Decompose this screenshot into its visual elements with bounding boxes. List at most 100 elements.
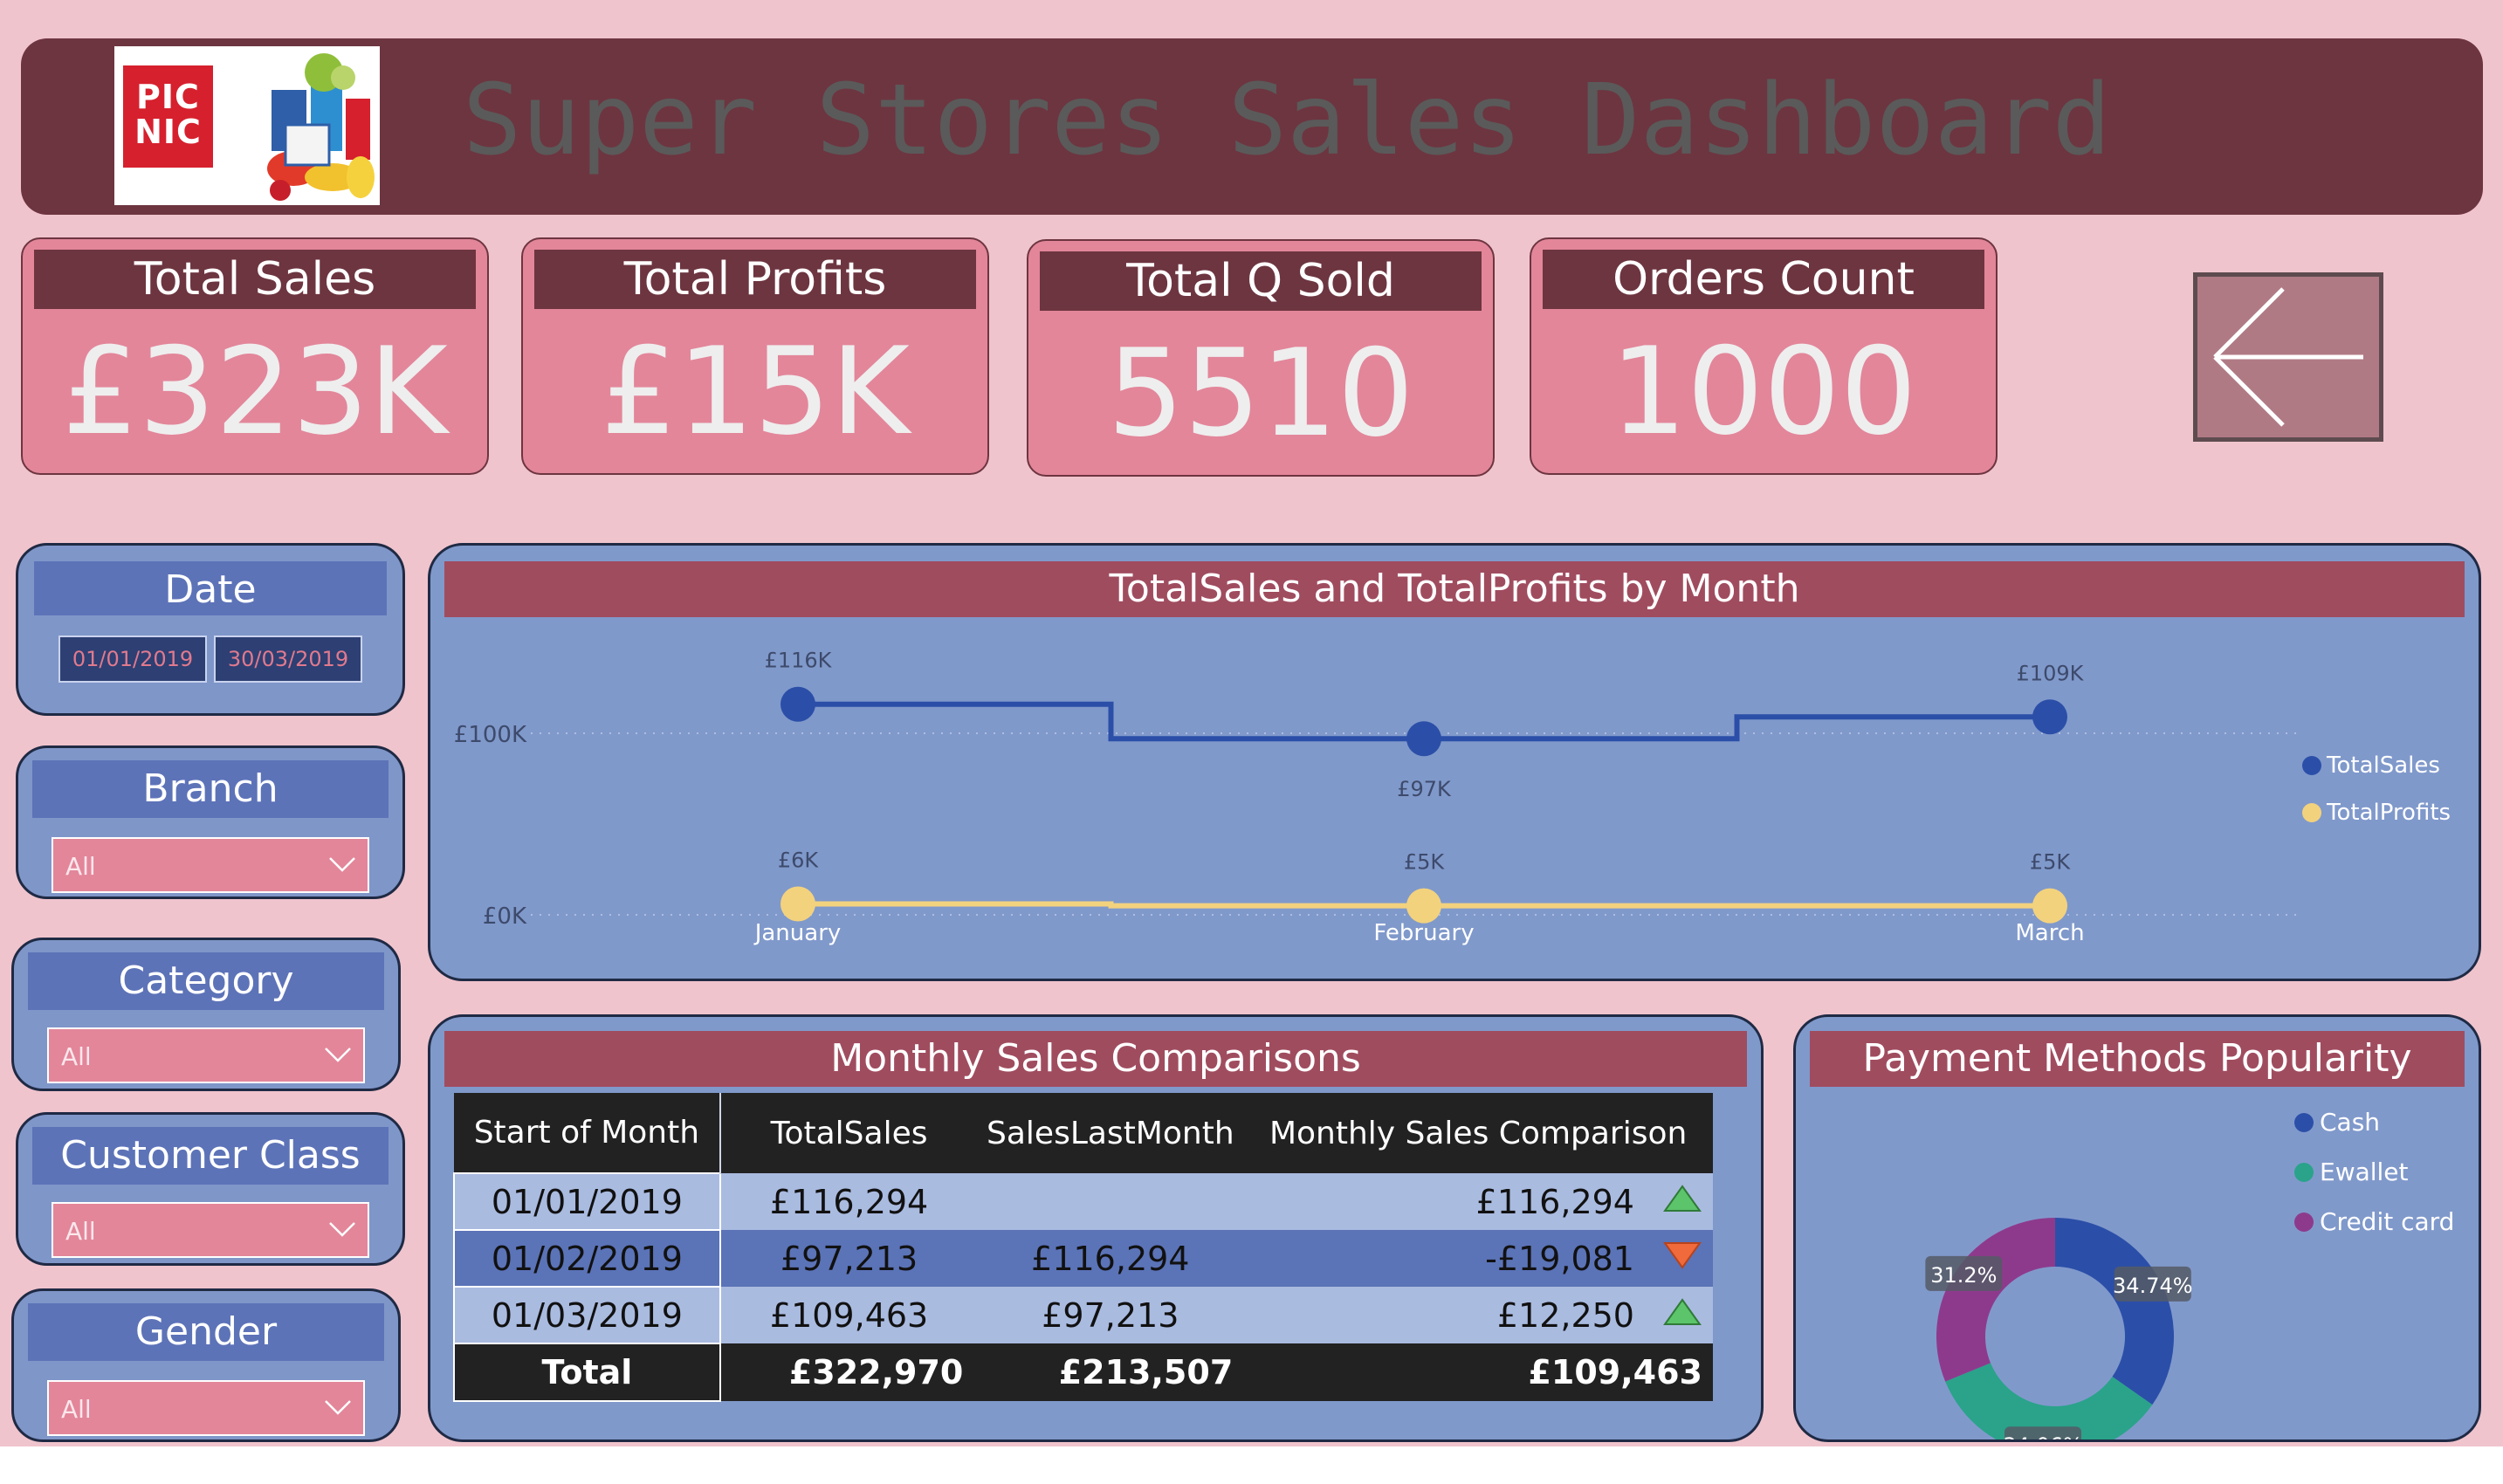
- legend-marker: [2294, 1163, 2314, 1182]
- category-dropdown[interactable]: All: [47, 1027, 365, 1083]
- line-chart-panel: TotalSales and TotalProfits by Month £0K…: [428, 543, 2481, 981]
- slice-label: 34.74%: [2113, 1266, 2193, 1302]
- column-header[interactable]: Monthly Sales Comparison: [1243, 1093, 1713, 1173]
- table-cell: £116,294: [1243, 1173, 1652, 1230]
- branch-slicer: Branch All: [16, 745, 405, 899]
- logo-text-line2: NIC: [134, 113, 202, 151]
- y-tick-label: £100K: [454, 722, 527, 748]
- logo-badge: PIC NIC: [123, 65, 213, 168]
- kpi-value: 5510: [1107, 323, 1414, 464]
- kpi-card-total-profits: Total Profits £15K: [521, 237, 989, 475]
- column-header[interactable]: TotalSales: [719, 1093, 978, 1173]
- branch-dropdown-value: All: [65, 852, 96, 881]
- gender-dropdown[interactable]: All: [47, 1380, 365, 1436]
- data-label: £5K: [1404, 850, 1446, 875]
- table-cell: [977, 1173, 1244, 1230]
- data-label: £109K: [2017, 661, 2085, 685]
- kpi-value: £323K: [62, 321, 448, 462]
- customer-class-slicer-title: Customer Class: [32, 1127, 389, 1185]
- total-cell: £213,507: [977, 1343, 1244, 1401]
- kpi-label: Total Sales: [34, 250, 476, 309]
- kpi-value: £15K: [601, 321, 910, 462]
- gender-slicer: Gender All: [11, 1288, 401, 1442]
- customer-class-slicer: Customer Class All: [16, 1112, 405, 1266]
- table-header-row: Start of Month TotalSales SalesLastMonth…: [454, 1093, 1713, 1173]
- slice-label: 34.06%: [2003, 1426, 2083, 1439]
- table-row[interactable]: 01/02/2019 £97,213 £116,294 -£19,081: [453, 1229, 1713, 1288]
- gender-dropdown-value: All: [61, 1395, 92, 1424]
- kpi-label: Total Q Sold: [1040, 251, 1482, 311]
- chevron-down-icon: [329, 857, 355, 872]
- column-header[interactable]: Start of Month: [454, 1093, 720, 1173]
- logo-text-line1: PIC: [136, 78, 200, 116]
- trend-up-icon: [1651, 1287, 1713, 1343]
- customer-class-dropdown-value: All: [65, 1217, 96, 1246]
- branch-slicer-title: Branch: [32, 760, 389, 818]
- page-title: Super Stores Sales Dashboard: [463, 64, 2112, 177]
- slice-label: 31.2%: [1925, 1255, 2003, 1291]
- line-chart: £0K £100K January February March £116K £97K £10…: [454, 649, 2451, 946]
- donut-slice-credit-card[interactable]: [1936, 1218, 2055, 1382]
- total-cell: £109,463: [1243, 1343, 1713, 1401]
- table-cell: £116,294: [719, 1173, 978, 1230]
- kpi-value: 1000: [1610, 321, 1917, 462]
- data-point[interactable]: [780, 686, 815, 722]
- column-header[interactable]: SalesLastMonth: [977, 1093, 1244, 1173]
- kpi-label: Total Profits: [534, 250, 976, 309]
- table-cell: -£19,081: [1243, 1230, 1652, 1287]
- chevron-down-icon: [325, 1400, 351, 1415]
- date-slicer-title: Date: [34, 561, 387, 615]
- table-cell: £97,213: [977, 1287, 1244, 1343]
- customer-class-dropdown[interactable]: All: [52, 1202, 369, 1258]
- data-label: £6K: [778, 848, 820, 873]
- data-point[interactable]: [2032, 699, 2067, 735]
- table-row[interactable]: 01/03/2019 £109,463 £97,213 £12,250: [453, 1286, 1713, 1344]
- sales-comparison-table: Start of Month TotalSales SalesLastMonth…: [453, 1093, 1713, 1402]
- table-cell: £116,294: [977, 1230, 1244, 1287]
- branch-dropdown[interactable]: All: [52, 837, 369, 893]
- total-cell: £322,970: [719, 1343, 978, 1401]
- legend-label: TotalSales: [2326, 752, 2440, 779]
- data-point[interactable]: [1406, 888, 1441, 924]
- legend-marker: [2302, 803, 2321, 822]
- table-cell: 01/02/2019: [453, 1229, 721, 1288]
- svg-text:34.06%: 34.06%: [2003, 1433, 2083, 1439]
- x-tick-label: January: [753, 920, 842, 946]
- date-start-input[interactable]: 01/01/2019: [58, 636, 207, 683]
- x-tick-label: February: [1373, 920, 1474, 946]
- data-point[interactable]: [780, 886, 815, 922]
- y-tick-label: £0K: [483, 903, 527, 930]
- table-cell: 01/03/2019: [453, 1286, 721, 1344]
- table-row[interactable]: 01/01/2019 £116,294 £116,294: [453, 1172, 1713, 1231]
- data-label: £5K: [2030, 850, 2072, 875]
- category-slicer-title: Category: [28, 952, 384, 1010]
- kpi-label: Orders Count: [1543, 250, 1984, 309]
- legend-label: Credit card: [2320, 1207, 2454, 1236]
- svg-text:31.2%: 31.2%: [1930, 1263, 1997, 1288]
- chevron-down-icon: [329, 1222, 355, 1237]
- svg-text:34.74%: 34.74%: [2113, 1274, 2193, 1298]
- table-cell: 01/01/2019: [453, 1172, 721, 1231]
- table-cell: £97,213: [719, 1230, 978, 1287]
- trend-down-icon: [1651, 1230, 1713, 1287]
- date-end-input[interactable]: 30/03/2019: [214, 636, 362, 683]
- data-point[interactable]: [2032, 888, 2067, 924]
- trend-up-icon: [1651, 1173, 1713, 1230]
- donut-slice-cash[interactable]: [2055, 1218, 2174, 1405]
- data-point[interactable]: [1406, 721, 1441, 757]
- category-slicer: Category All: [11, 938, 401, 1091]
- gender-slicer-title: Gender: [28, 1303, 384, 1361]
- total-label: Total: [453, 1343, 721, 1402]
- legend-marker: [2294, 1213, 2314, 1232]
- arrow-left-icon: [2213, 287, 2363, 427]
- legend-label: TotalProfits: [2326, 800, 2451, 826]
- legend-marker: [2302, 756, 2321, 775]
- table-total-row: Total £322,970 £213,507 £109,463: [453, 1343, 1713, 1402]
- table-cell: £109,463: [719, 1287, 978, 1343]
- data-label: £97K: [1397, 777, 1452, 801]
- chevron-down-icon: [325, 1048, 351, 1062]
- back-button[interactable]: [2193, 272, 2383, 442]
- table-title: Monthly Sales Comparisons: [444, 1031, 1747, 1087]
- kpi-card-total-q-sold: Total Q Sold 5510: [1027, 239, 1495, 477]
- legend-label: Cash: [2320, 1108, 2380, 1137]
